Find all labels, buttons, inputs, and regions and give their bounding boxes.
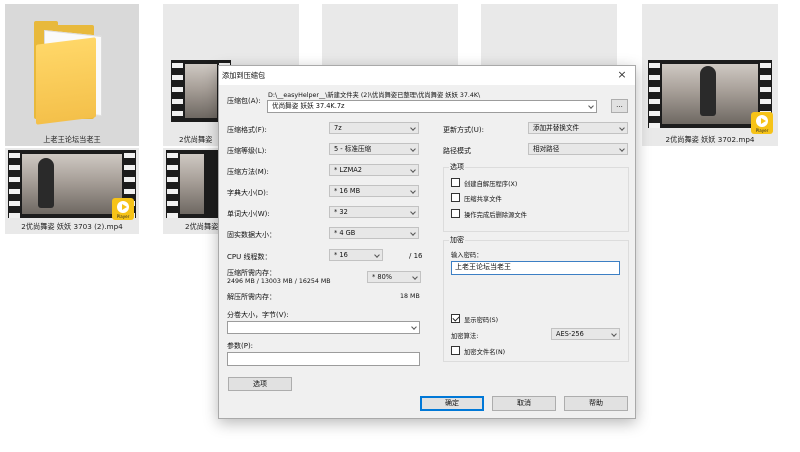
folder-tile[interactable]: 上老王论坛当老王 [5, 4, 139, 146]
options-button[interactable]: 选项 [228, 377, 292, 391]
solid-select[interactable]: * 4 GB [329, 227, 419, 239]
desktop: 上老王论坛当老王 2优尚舞姿 Player 2优尚舞姿 妖妖 3702.mp4 … [0, 0, 800, 452]
method-label: 压缩方法(M): [227, 168, 269, 176]
add-to-archive-dialog: 添加到压缩包 × 压缩包(A): D:\__easyHelper__\新建文件夹… [218, 65, 636, 419]
mem-decomp-value: 18 MB [400, 293, 420, 300]
update-select[interactable]: 添加并替换文件 [528, 122, 628, 134]
video-thumbnail [166, 150, 218, 218]
params-label: 参数(P): [227, 342, 254, 350]
word-select[interactable]: * 32 [329, 206, 419, 218]
cancel-button[interactable]: 取消 [492, 396, 556, 411]
video-tile-5[interactable]: Player 2优尚舞姿 妖妖 3702.mp4 [642, 4, 778, 146]
dialog-title: 添加到压缩包 [222, 71, 266, 80]
ok-button[interactable]: 确定 [420, 396, 484, 411]
video-tile-1[interactable]: Player 2优尚舞姿 妖妖 3703 (2).mp4 [5, 148, 139, 234]
show-password-checkbox[interactable] [451, 314, 460, 323]
method-select[interactable]: * LZMA2 [329, 164, 419, 176]
update-label: 更新方式(U): [443, 126, 484, 134]
cpu-select[interactable]: * 16 [329, 249, 383, 261]
player-badge-icon: Player [112, 198, 134, 220]
level-label: 压缩等级(L): [227, 147, 267, 155]
help-button[interactable]: 帮助 [564, 396, 628, 411]
enc-method-select[interactable]: AES-256 [551, 328, 620, 340]
cpu-label: CPU 线程数： [227, 253, 272, 261]
cpu-total: / 16 [409, 252, 423, 260]
shared-label: 压缩共享文件 [464, 196, 502, 203]
mem-comp-detail: 2496 MB / 13003 MB / 16254 MB [227, 278, 331, 285]
solid-label: 固实数据大小： [227, 231, 276, 239]
delete-label: 操作完成后删除源文件 [464, 212, 527, 219]
encrypt-names-label: 加密文件名(N) [464, 349, 506, 356]
dict-label: 字典大小(D): [227, 189, 269, 197]
delete-checkbox[interactable] [451, 209, 460, 218]
archive-path: D:\__easyHelper__\新建文件夹 (2)\优尚舞姿已整理\优尚舞姿… [268, 92, 481, 99]
params-input[interactable] [227, 352, 420, 366]
mem-comp-label: 压缩所需内存： [227, 269, 276, 277]
dialog-titlebar: 添加到压缩包 × [219, 66, 635, 85]
player-badge-icon: Player [751, 112, 773, 134]
path-mode-label: 路径模式 [443, 147, 471, 155]
video-tile-4[interactable] [481, 4, 617, 66]
browse-button[interactable]: ... [611, 99, 628, 113]
archive-name-combo[interactable]: 优尚舞姿 妖妖 37.4K.7z [267, 100, 597, 113]
path-mode-select[interactable]: 相对路径 [528, 143, 628, 155]
level-select[interactable]: 5 - 标准压缩 [329, 143, 419, 155]
archive-name-value: 优尚舞姿 妖妖 37.4K.7z [272, 102, 345, 110]
enc-method-label: 加密算法: [451, 333, 479, 340]
video-caption: 2优尚舞姿 妖妖 3702.mp4 [665, 135, 755, 144]
shared-checkbox[interactable] [451, 193, 460, 202]
archive-label: 压缩包(A): [227, 97, 261, 105]
video-tile-6[interactable]: 2优尚舞姿 [163, 148, 218, 234]
password-label: 输入密码： [451, 252, 483, 259]
format-label: 压缩格式(F): [227, 126, 267, 134]
encrypt-names-checkbox[interactable] [451, 346, 460, 355]
folder-icon [30, 19, 110, 131]
dict-select[interactable]: * 16 MB [329, 185, 419, 197]
options-group-title: 选项 [449, 162, 465, 172]
mem-percent-select[interactable]: * 80% [367, 271, 421, 283]
show-password-label: 显示密码(S) [464, 317, 499, 324]
format-select[interactable]: 7z [329, 122, 419, 134]
video-caption: 2优尚舞姿 [185, 222, 219, 231]
mem-decomp-label: 解压所需内存： [227, 293, 276, 301]
split-label: 分卷大小，字节(V): [227, 311, 289, 319]
video-tile-3[interactable] [322, 4, 458, 66]
word-label: 单词大小(W): [227, 210, 270, 218]
encrypt-group-title: 加密 [449, 235, 465, 245]
password-input[interactable]: 上老王论坛当老王 [451, 261, 620, 275]
sfx-label: 创建自解压程序(X) [464, 181, 518, 188]
sfx-checkbox[interactable] [451, 178, 460, 187]
video-caption: 2优尚舞姿 妖妖 3703 (2).mp4 [21, 222, 123, 231]
folder-caption: 上老王论坛当老王 [43, 135, 101, 144]
close-icon[interactable]: × [613, 67, 631, 83]
split-combo[interactable] [227, 321, 420, 334]
